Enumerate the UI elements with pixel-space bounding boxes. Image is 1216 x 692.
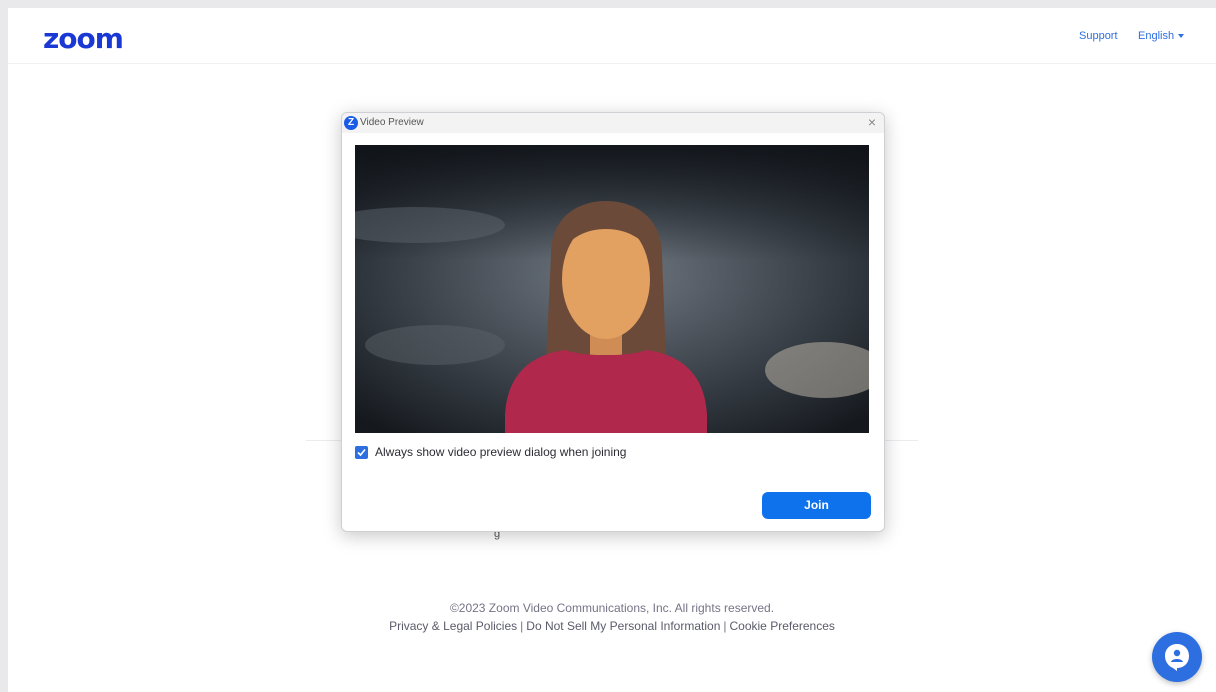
preview-checkbox-label[interactable]: Always show video preview dialog when jo… — [375, 445, 626, 459]
zoom-app-icon: Z — [344, 116, 358, 130]
check-icon — [357, 448, 366, 457]
language-label: English — [1138, 30, 1175, 42]
footer-links: Privacy & Legal Policies | Do Not Sell My … — [8, 619, 1216, 633]
video-feed-image — [355, 145, 869, 433]
privacy-link[interactable]: Privacy & Legal Policies — [389, 619, 517, 633]
dialog-title: Video Preview — [360, 117, 424, 128]
join-button[interactable]: Join — [762, 492, 871, 519]
page: zoom Support English g ©2023 Zoom Video … — [0, 0, 1216, 692]
zoom-logo[interactable]: zoom — [43, 22, 124, 55]
caret-down-icon — [1178, 34, 1185, 39]
chat-help-icon — [1165, 644, 1189, 671]
video-preview — [355, 145, 869, 433]
footer-separator: | — [723, 619, 727, 633]
do-not-sell-link[interactable]: Do Not Sell My Personal Information — [526, 619, 720, 633]
copyright-text: ©2023 Zoom Video Communications, Inc. Al… — [449, 601, 775, 615]
footer-separator: | — [520, 619, 524, 633]
language-selector[interactable]: English — [1138, 30, 1185, 42]
cookie-preferences-link[interactable]: Cookie Preferences — [730, 619, 835, 633]
video-preview-dialog: Z Video Preview × Always show video prev… — [341, 112, 885, 532]
preview-checkbox[interactable] — [355, 446, 368, 459]
close-icon[interactable]: × — [868, 114, 876, 130]
chat-help-button[interactable] — [1152, 632, 1202, 682]
dialog-title-bar: Z Video Preview × — [342, 113, 884, 133]
support-link[interactable]: Support — [1079, 30, 1118, 42]
top-bar: zoom Support English — [8, 8, 1216, 64]
